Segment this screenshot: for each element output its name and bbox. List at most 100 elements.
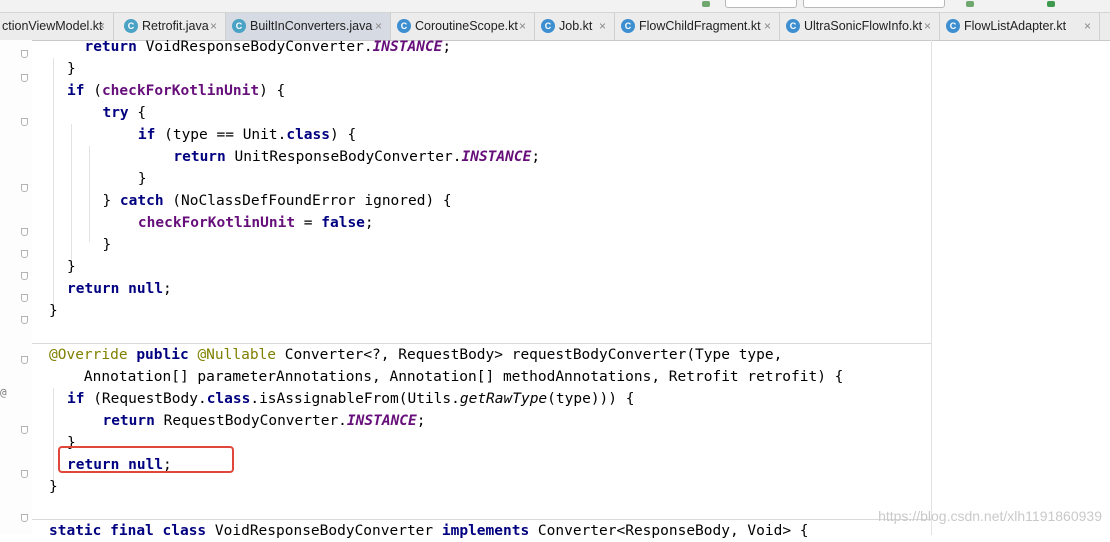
java-class-icon: C — [124, 19, 138, 33]
kotlin-class-icon: C — [946, 19, 960, 33]
device-selector[interactable] — [803, 0, 945, 8]
close-tab-icon[interactable]: × — [519, 13, 526, 40]
indent-guide — [53, 58, 54, 312]
code-token: ; — [416, 413, 426, 429]
code-token: INSTANCE — [461, 149, 532, 165]
code-token: null — [128, 281, 164, 297]
fold-marker-icon[interactable] — [21, 426, 28, 434]
code-token: Annotation[] parameterAnnotations, Annot… — [49, 369, 844, 385]
fold-marker-icon[interactable] — [21, 514, 28, 522]
code-line: return VoidResponseBodyConverter.INSTANC… — [67, 36, 451, 58]
fold-marker-icon[interactable] — [21, 250, 28, 258]
editor-tab[interactable]: C FlowListAdapter.kt × — [940, 13, 1100, 40]
code-token: ; — [163, 281, 172, 297]
code-token: checkForKotlinUnit — [137, 215, 296, 231]
code-token: if — [67, 391, 85, 407]
right-margin-guide — [931, 40, 932, 535]
code-line: return RequestBodyConverter.INSTANCE; — [85, 410, 426, 432]
module-selector[interactable] — [725, 0, 797, 8]
code-line: } — [67, 58, 76, 80]
code-token: (type))) { — [547, 391, 635, 407]
close-tab-icon[interactable]: × — [764, 13, 771, 40]
code-token: ; — [364, 215, 374, 231]
code-token: } — [103, 171, 147, 187]
java-class-icon: C — [232, 19, 246, 33]
tab-label: Job.kt — [559, 19, 593, 33]
indent-guide — [71, 124, 72, 264]
code-token: } — [49, 303, 58, 319]
code-line: try { — [85, 102, 146, 124]
code-token: @Nullable — [197, 347, 277, 363]
code-token: return — [173, 149, 226, 165]
fold-marker-icon[interactable] — [21, 356, 28, 364]
editor-tab[interactable]: C FlowChildFragment.kt × — [615, 13, 780, 40]
code-token: ( — [84, 83, 102, 99]
code-token: } — [49, 479, 58, 495]
run-icon[interactable] — [966, 1, 974, 7]
code-line: return UnitResponseBodyConverter.INSTANC… — [121, 146, 540, 168]
code-token: try — [102, 105, 129, 121]
fold-marker-icon[interactable] — [21, 272, 28, 280]
code-token: ) { — [330, 127, 357, 143]
code-token: @Override — [49, 347, 128, 363]
code-token: .isAssignableFrom(Utils. — [250, 391, 460, 407]
debug-icon[interactable] — [1047, 1, 1055, 7]
fold-marker-icon[interactable] — [21, 294, 28, 302]
code-token: Converter<ResponseBody, Void> { — [529, 523, 809, 539]
code-token: ; — [442, 39, 452, 55]
code-token: public — [136, 347, 189, 363]
fold-marker-icon[interactable] — [21, 50, 28, 58]
code-token: RequestBodyConverter. — [154, 413, 347, 429]
code-token: ) { — [259, 83, 286, 99]
override-marker-icon[interactable]: @ — [0, 386, 7, 399]
code-line: } — [49, 300, 58, 322]
code-token: if — [137, 127, 156, 143]
code-token: Converter<?, RequestBody> requestBodyCon… — [276, 347, 783, 363]
tab-label: FlowChildFragment.kt — [639, 19, 761, 33]
code-line: if (type == Unit.class) { — [103, 124, 356, 146]
fold-marker-icon[interactable] — [21, 228, 28, 236]
fold-marker-icon[interactable] — [21, 74, 28, 82]
code-token: if — [67, 83, 85, 99]
tab-label: FlowListAdapter.kt — [964, 19, 1067, 33]
fold-marker-icon[interactable] — [21, 184, 28, 192]
code-token: } — [85, 193, 120, 209]
code-token: return — [84, 39, 137, 55]
code-token: getRawType — [459, 391, 548, 407]
code-token: (type == Unit. — [155, 127, 287, 143]
close-tab-icon[interactable]: × — [924, 13, 931, 40]
code-token: final — [110, 523, 154, 539]
editor-tab[interactable]: C UltraSonicFlowInfo.kt × — [780, 13, 940, 40]
code-line: } — [49, 476, 58, 498]
code-token: UnitResponseBodyConverter. — [225, 149, 462, 165]
code-line: } catch (NoClassDefFoundError ignored) { — [85, 190, 451, 212]
code-token: return — [67, 281, 120, 297]
code-line: if (checkForKotlinUnit) { — [67, 80, 285, 102]
code-line: } — [103, 168, 147, 190]
code-token: { — [128, 105, 147, 121]
code-token: checkForKotlinUnit — [101, 83, 260, 99]
fold-marker-icon[interactable] — [21, 118, 28, 126]
close-tab-icon[interactable]: × — [1084, 13, 1091, 40]
code-token: class — [162, 523, 207, 539]
fold-marker-icon[interactable] — [21, 316, 28, 324]
code-token: } — [85, 237, 112, 253]
editor-tab[interactable]: C Job.kt × — [535, 13, 615, 40]
highlight-annotation-box — [58, 446, 234, 473]
editor-gutter: @ — [0, 40, 32, 535]
code-token: VoidResponseBodyConverter. — [136, 39, 373, 55]
code-token: ; — [531, 149, 541, 165]
run-config-icon[interactable] — [702, 1, 710, 7]
watermark: https://blog.csdn.net/xlh1191860939 — [878, 508, 1102, 524]
fold-marker-icon[interactable] — [21, 470, 28, 478]
code-token: } — [67, 259, 76, 275]
code-line: return null; — [67, 278, 172, 300]
code-line: } — [85, 234, 111, 256]
code-line: static final class VoidResponseBodyConve… — [49, 520, 809, 542]
close-tab-icon[interactable]: × — [599, 13, 606, 40]
code-line: } — [67, 256, 76, 278]
